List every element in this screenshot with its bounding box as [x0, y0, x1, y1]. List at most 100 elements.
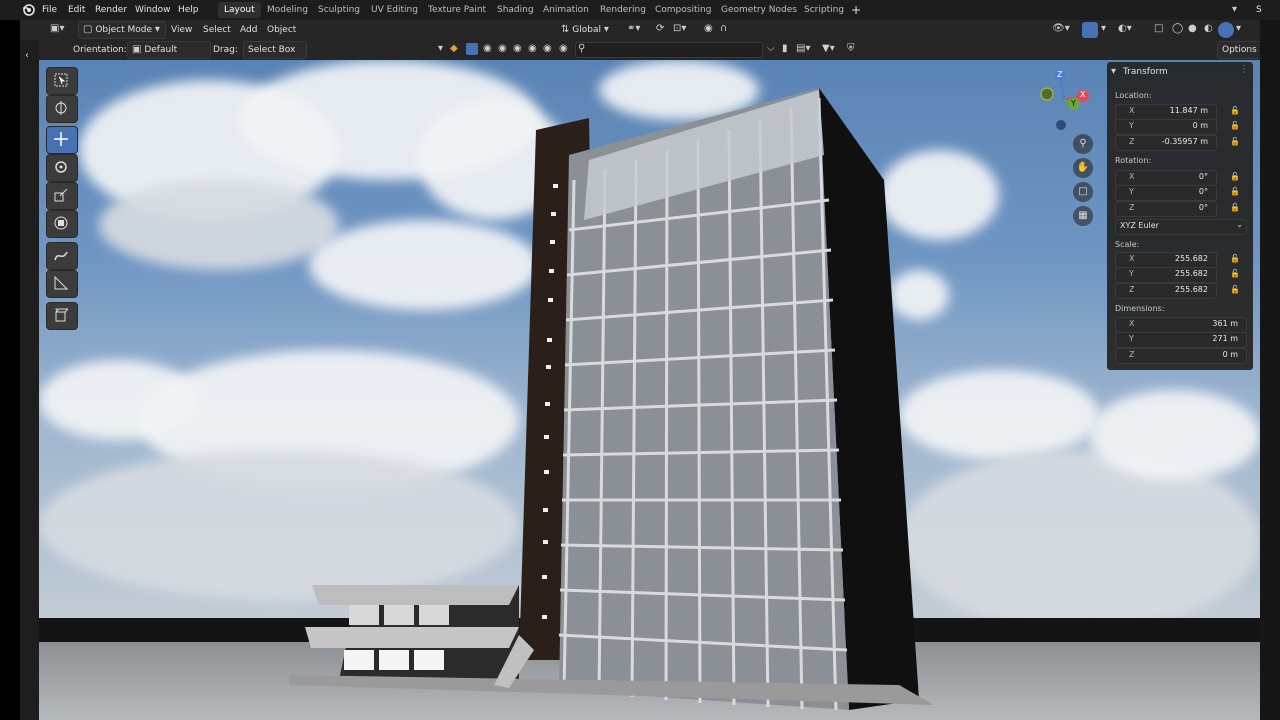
search-input[interactable]: ⚲	[575, 42, 763, 58]
zoom-icon[interactable]: ⚲	[1073, 134, 1093, 154]
transform-tool[interactable]	[46, 210, 78, 238]
scale-tool[interactable]	[46, 182, 78, 210]
location-x-field[interactable]: X 11.847 m	[1115, 104, 1217, 120]
shading-material-icon[interactable]: ◐	[1204, 23, 1213, 34]
menu-edit[interactable]: Edit	[68, 0, 85, 20]
shading-wireframe-icon[interactable]: ◯	[1172, 23, 1183, 34]
add-workspace-button[interactable]: +	[851, 0, 861, 20]
editor-type-icon[interactable]: ▣▾	[50, 23, 64, 34]
shading-rendered-button[interactable]	[1218, 22, 1234, 38]
menu-help[interactable]: Help	[178, 0, 199, 20]
lock-icon[interactable]: 🔓	[1230, 137, 1240, 146]
tab-layout[interactable]: Layout	[218, 2, 261, 18]
object-mode-dropdown[interactable]: ▢ Object Mode ▾	[78, 21, 166, 39]
dimensions-y-field[interactable]: Y 271 m	[1115, 332, 1247, 348]
options-button[interactable]: Options	[1217, 41, 1262, 59]
location-z-field[interactable]: Z -0.35957 m	[1115, 135, 1217, 151]
rotation-mode-dropdown[interactable]: XYZ Euler ⌄	[1115, 219, 1247, 235]
dimensions-z-field[interactable]: Z 0 m	[1115, 348, 1247, 364]
scene-icon[interactable]: ▾	[1232, 4, 1237, 15]
overlay-icon[interactable]: ◐▾	[1118, 23, 1132, 34]
tab-geometry-nodes[interactable]: Geometry Nodes	[715, 2, 803, 18]
shading-options-icon[interactable]: ▾	[1236, 23, 1241, 34]
snap-face-icon[interactable]: ◉	[483, 43, 492, 54]
camera-icon[interactable]: □	[1073, 182, 1093, 202]
menu-file[interactable]: File	[42, 0, 57, 20]
xray-icon[interactable]: □	[1154, 23, 1163, 34]
pivot-icon[interactable]: ⚭▾	[627, 23, 640, 34]
orientation-dropdown[interactable]: ▣ Default	[127, 41, 211, 59]
lock-icon[interactable]: 🔓	[1230, 187, 1240, 196]
shading-solid-icon[interactable]: ●	[1188, 23, 1197, 34]
tab-texture-paint[interactable]: Texture Paint	[422, 2, 492, 18]
gizmo-toggle-button[interactable]	[1082, 22, 1098, 38]
scene-label[interactable]: S	[1256, 0, 1262, 20]
pan-hand-icon[interactable]: ✋	[1073, 158, 1093, 178]
filter-icon[interactable]: ▾	[438, 43, 443, 54]
layout-icon[interactable]: ▤▾	[796, 43, 810, 54]
menu-window[interactable]: Window	[135, 0, 171, 20]
lock-icon[interactable]: 🔓	[1230, 106, 1240, 115]
lock-icon[interactable]: 🔓	[1230, 121, 1240, 130]
menu-select[interactable]: Select	[199, 22, 235, 38]
menu-render[interactable]: Render	[95, 0, 127, 20]
measure-tool[interactable]	[46, 270, 78, 298]
panel-collapse-icon[interactable]: ▾	[1111, 66, 1116, 77]
transform-orientation-dropdown[interactable]: ⇅ Global ▾	[557, 22, 613, 38]
add-cube-tool[interactable]	[46, 302, 78, 330]
tab-rendering[interactable]: Rendering	[594, 2, 652, 18]
menu-object[interactable]: Object	[263, 22, 300, 38]
rotation-y-field[interactable]: Y 0°	[1115, 185, 1217, 201]
3d-viewport[interactable]: X Z Y ⚲ ✋ □ ▦	[39, 60, 1260, 720]
lock-icon[interactable]: 🔓	[1230, 285, 1240, 294]
drag-dropdown[interactable]: Select Box	[243, 41, 307, 59]
shield-icon[interactable]: ⛨	[847, 43, 855, 54]
snap-edge-icon[interactable]: ◉	[498, 43, 507, 54]
navigation-gizmo[interactable]: X Z Y	[1029, 70, 1099, 130]
collapse-arrow-icon[interactable]: ‹	[25, 50, 29, 61]
tab-modeling[interactable]: Modeling	[261, 2, 314, 18]
move-tool[interactable]	[46, 126, 78, 154]
select-box-tool[interactable]	[46, 67, 78, 95]
tab-compositing[interactable]: Compositing	[649, 2, 717, 18]
rotation-x-field[interactable]: X 0°	[1115, 170, 1217, 186]
lock-icon[interactable]: 🔓	[1230, 172, 1240, 181]
scale-z-field[interactable]: Z 255.682	[1115, 283, 1217, 299]
falloff-icon[interactable]: ∩	[720, 23, 727, 34]
snap-target-icon[interactable]: ⊡▾	[673, 23, 686, 34]
lock-icon[interactable]: 🔓	[1230, 254, 1240, 263]
chevron-down-icon[interactable]: ⌵	[767, 43, 775, 54]
scale-x-field[interactable]: X 255.682	[1115, 252, 1217, 268]
chevron-down-icon[interactable]: ▾	[1101, 23, 1106, 34]
tab-uv-editing[interactable]: UV Editing	[365, 2, 424, 18]
lock-icon[interactable]: 🔓	[1230, 203, 1240, 212]
menu-view[interactable]: View	[167, 22, 196, 38]
proportional-edit-icon[interactable]: ◉	[704, 23, 713, 34]
color-attribute-icon[interactable]: ◆	[450, 43, 458, 54]
menu-add[interactable]: Add	[236, 22, 261, 38]
snap-increment-icon[interactable]: ◉	[528, 43, 537, 54]
tab-sculpting[interactable]: Sculpting	[312, 2, 366, 18]
cursor-tool[interactable]	[46, 95, 78, 123]
funnel-icon[interactable]: ▼▾	[822, 43, 835, 54]
snap-icon[interactable]: ⟳	[656, 23, 664, 34]
tab-animation[interactable]: Animation	[537, 2, 595, 18]
perspective-grid-icon[interactable]: ▦	[1073, 206, 1093, 226]
scale-y-field[interactable]: Y 255.682	[1115, 267, 1217, 283]
lock-icon[interactable]: 🔓	[1230, 269, 1240, 278]
snap-median-icon[interactable]: ◉	[543, 43, 552, 54]
rotation-z-field[interactable]: Z 0°	[1115, 201, 1217, 217]
snap-volume-icon[interactable]: ◉	[513, 43, 522, 54]
visibility-icon[interactable]: 👁▾	[1052, 23, 1070, 34]
snap-vertex-button[interactable]	[466, 43, 478, 55]
annotate-tool[interactable]	[46, 242, 78, 270]
tab-scripting[interactable]: Scripting	[798, 2, 850, 18]
location-y-field[interactable]: Y 0 m	[1115, 119, 1217, 135]
drag-handle-icon[interactable]: ⋮⋮	[1239, 64, 1259, 75]
tab-shading[interactable]: Shading	[491, 2, 540, 18]
snap-center-icon[interactable]: ◉	[559, 43, 568, 54]
blender-logo-icon[interactable]	[21, 3, 35, 17]
dimensions-x-field[interactable]: X 361 m	[1115, 317, 1247, 333]
bookmark-icon[interactable]: ▮	[782, 43, 788, 54]
rotate-tool[interactable]	[46, 154, 78, 182]
